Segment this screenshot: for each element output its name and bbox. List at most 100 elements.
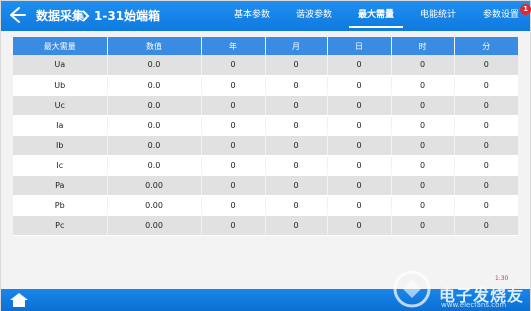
top-bar: 数据采集 1-31始端箱 基本参数 谐波参数 最大需量 电能统计 参数设置 1: [1, 1, 531, 31]
value-cell: 0: [264, 135, 327, 156]
value-cell: 0: [200, 115, 265, 136]
value-cell: 0.00: [106, 175, 201, 196]
value-cell: 0: [390, 175, 454, 196]
value-cell: 0.0: [106, 115, 201, 136]
table-row: Ua 0.0 0 0 0 0 0: [13, 55, 518, 76]
chevron-right-icon: [80, 8, 90, 24]
value-cell: 0: [326, 75, 391, 96]
value-cell: 0: [326, 115, 391, 136]
column-header: 时: [390, 37, 454, 55]
column-header: 数值: [106, 37, 201, 55]
value-cell: 0: [200, 75, 265, 96]
tab-max-demand[interactable]: 最大需量: [345, 1, 407, 31]
row-label-cell: Ic: [13, 155, 107, 176]
tab-param-settings[interactable]: 参数设置 1: [473, 1, 531, 31]
home-icon[interactable]: [9, 292, 29, 308]
max-demand-table: 最大需量 数值 年 月 日 时 分 Ua 0.0 0 0 0 0 0 Ub 0.0 0 0 0 0 0 Uc…: [13, 37, 518, 236]
value-cell: 0: [326, 175, 391, 196]
tab-label: 最大需量: [357, 10, 394, 20]
row-label-cell: Pb: [13, 195, 107, 216]
row-label-cell: Pa: [13, 175, 107, 196]
row-label-cell: Uc: [13, 95, 107, 116]
watermark-url: www.elecfans.com: [441, 301, 507, 309]
value-cell: 0.0: [106, 75, 201, 96]
column-header: 日: [326, 37, 391, 55]
row-label-cell: Pc: [13, 215, 107, 236]
device-name: 1-31始端箱: [94, 9, 161, 23]
value-cell: 0: [264, 155, 327, 176]
column-header: 分: [453, 37, 518, 55]
value-cell: 0.00: [106, 215, 201, 236]
table-row: Ib 0.0 0 0 0 0 0: [13, 135, 518, 156]
value-cell: 0: [453, 215, 518, 236]
column-header: 最大需量: [13, 37, 107, 55]
table-row: Ia 0.0 0 0 0 0 0: [13, 115, 518, 136]
row-label-cell: Ub: [13, 75, 107, 96]
value-cell: 0.00: [106, 195, 201, 216]
value-cell: 0.0: [106, 95, 201, 116]
row-label-cell: Ia: [13, 115, 107, 136]
value-cell: 0: [390, 135, 454, 156]
table-row: Pb 0.00 0 0 0 0 0: [13, 195, 518, 216]
value-cell: 0: [390, 75, 454, 96]
tab-harmonic-params[interactable]: 谐波参数: [283, 1, 345, 31]
value-cell: 0: [200, 95, 265, 116]
value-cell: 0: [390, 95, 454, 116]
value-cell: 0: [264, 75, 327, 96]
value-cell: 0: [264, 175, 327, 196]
value-cell: 0: [200, 55, 265, 76]
tab-basic-params[interactable]: 基本参数: [221, 1, 283, 31]
value-cell: 0: [200, 215, 265, 236]
value-cell: 0: [200, 135, 265, 156]
tab-label: 参数设置: [482, 10, 519, 20]
page-title: 数据采集: [36, 9, 85, 23]
value-cell: 0: [453, 95, 518, 116]
value-cell: 0: [200, 175, 265, 196]
tab-label: 电能统计: [419, 10, 456, 20]
value-cell: 0: [326, 55, 391, 76]
value-cell: 0: [390, 215, 454, 236]
value-cell: 0: [264, 195, 327, 216]
value-cell: 0: [264, 95, 327, 116]
value-cell: 0: [200, 155, 265, 176]
table-header-row: 最大需量 数值 年 月 日 时 分: [13, 37, 518, 55]
value-cell: 0: [326, 95, 391, 116]
value-cell: 0: [453, 75, 518, 96]
notification-badge: 1: [520, 4, 531, 15]
table-row: Uc 0.0 0 0 0 0 0: [13, 95, 518, 116]
value-cell: 0: [326, 195, 391, 216]
value-cell: 0: [453, 155, 518, 176]
tab-label: 谐波参数: [295, 10, 332, 20]
value-cell: 0.0: [106, 55, 201, 76]
value-cell: 0: [264, 115, 327, 136]
value-cell: 0: [453, 195, 518, 216]
row-label-cell: Ib: [13, 135, 107, 156]
value-cell: 0: [453, 115, 518, 136]
value-cell: 0: [453, 175, 518, 196]
value-cell: 0: [390, 195, 454, 216]
value-cell: 0: [390, 55, 454, 76]
value-cell: 0: [390, 115, 454, 136]
value-cell: 0.0: [106, 135, 201, 156]
table-row: Pc 0.00 0 0 0 0 0: [13, 215, 518, 236]
value-cell: 0: [390, 155, 454, 176]
column-header: 年: [200, 37, 265, 55]
value-cell: 0: [264, 55, 327, 76]
row-label-cell: Ua: [13, 55, 107, 76]
column-header: 月: [264, 37, 327, 55]
tab-label: 基本参数: [233, 10, 270, 20]
value-cell: 0: [200, 195, 265, 216]
value-cell: 0: [326, 135, 391, 156]
tab-energy-stats[interactable]: 电能统计: [407, 1, 469, 31]
app-screen: 数据采集 1-31始端箱 基本参数 谐波参数 最大需量 电能统计 参数设置 1: [0, 0, 531, 311]
value-cell: 0: [453, 135, 518, 156]
back-arrow-icon[interactable]: [7, 5, 27, 25]
table-row: Ic 0.0 0 0 0 0 0: [13, 155, 518, 176]
value-cell: 0: [264, 215, 327, 236]
value-cell: 0.0: [106, 155, 201, 176]
table-row: Pa 0.00 0 0 0 0 0: [13, 175, 518, 196]
value-cell: 0: [453, 55, 518, 76]
value-cell: 0: [326, 155, 391, 176]
value-cell: 0: [326, 215, 391, 236]
table-row: Ub 0.0 0 0 0 0 0: [13, 75, 518, 96]
